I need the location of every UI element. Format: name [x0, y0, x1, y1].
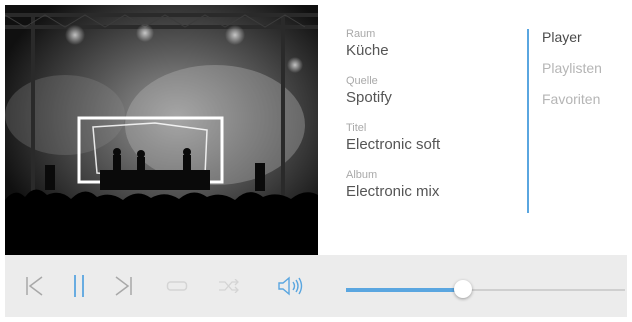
track-info: Raum Küche Quelle Spotify Titel Electron…: [346, 27, 521, 215]
volume-slider-thumb[interactable]: [454, 280, 473, 298]
album-value: Electronic mix: [346, 183, 440, 200]
nav-item-playlisten[interactable]: Playlisten: [542, 58, 624, 78]
pause-icon: [74, 275, 84, 297]
volume-button[interactable]: [273, 255, 309, 317]
shuffle-button[interactable]: [213, 255, 245, 317]
nav-item-favoriten[interactable]: Favoriten: [542, 89, 624, 109]
player-nav: Player Playlisten Favoriten: [542, 27, 624, 120]
album-label: Album: [346, 169, 378, 181]
player-panel: Raum Küche Quelle Spotify Titel Electron…: [5, 5, 627, 319]
shuffle-icon: [219, 279, 239, 293]
title-value: Electronic soft: [346, 136, 441, 153]
source-label: Quelle: [346, 75, 378, 87]
source-value: Spotify: [346, 89, 392, 106]
previous-icon: [26, 276, 43, 296]
room-label: Raum: [346, 28, 376, 40]
repeat-button[interactable]: [161, 255, 193, 317]
control-bar: [5, 255, 627, 317]
pause-button[interactable]: [63, 255, 95, 317]
nav-item-player[interactable]: Player: [542, 27, 624, 47]
repeat-icon: [166, 281, 188, 291]
next-icon: [115, 276, 132, 296]
room-value: Küche: [346, 42, 389, 59]
nav-divider: [527, 29, 529, 213]
title-label: Titel: [346, 122, 367, 134]
volume-slider-fill: [346, 288, 464, 292]
next-button[interactable]: [107, 255, 139, 317]
volume-icon: [278, 276, 303, 296]
volume-slider[interactable]: [346, 280, 625, 298]
previous-button[interactable]: [19, 255, 51, 317]
album-cover: [5, 5, 318, 255]
